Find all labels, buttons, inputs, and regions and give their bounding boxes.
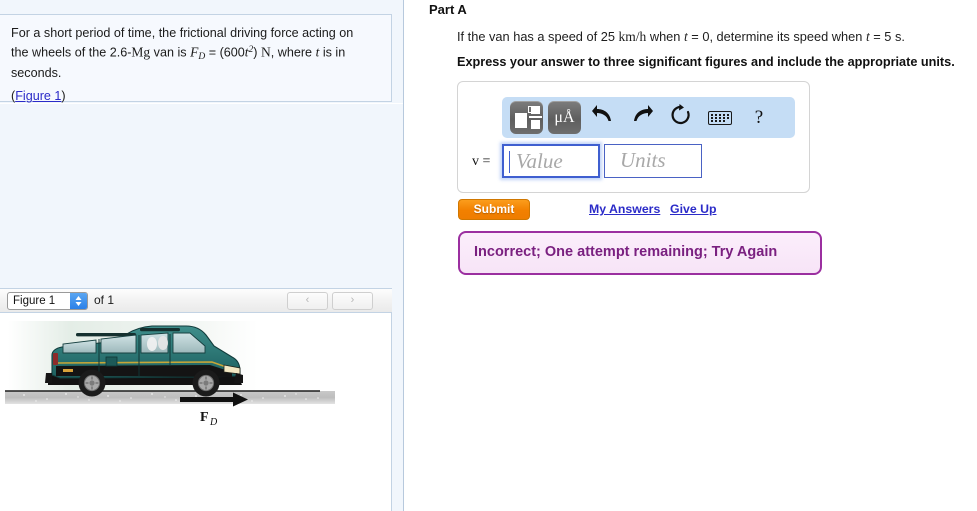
template-fraction-bar-icon bbox=[529, 116, 542, 118]
reset-circle-svg bbox=[671, 104, 690, 125]
text-caret bbox=[509, 151, 510, 173]
figure-toolbar: Figure 1 of 1 ‹ › bbox=[0, 288, 392, 313]
statement-line-2-end: is in bbox=[319, 45, 346, 60]
instruction-text: Express your answer to three significant… bbox=[457, 55, 955, 69]
question-text: If the van has a speed of 25 km/h when t… bbox=[457, 28, 977, 45]
units-button[interactable]: μÅ bbox=[548, 101, 581, 134]
figure-select-value: Figure 1 bbox=[13, 295, 56, 307]
question-mid: when bbox=[646, 29, 684, 44]
force-label-subscript: D bbox=[209, 417, 218, 428]
answer-entry-box: μÅ ? v = Value Units bbox=[457, 81, 810, 193]
question-pre: If the van has a speed of 25 bbox=[457, 29, 619, 44]
figure-1-link[interactable]: Figure 1 bbox=[15, 89, 61, 103]
statement-line-2-post: , where bbox=[270, 45, 316, 60]
van-rear-wheel bbox=[78, 369, 106, 397]
value-placeholder: Value bbox=[516, 149, 563, 173]
statement-line-2-mid: van is bbox=[150, 45, 191, 60]
part-title: Part A bbox=[429, 2, 467, 17]
units-input[interactable]: Units bbox=[604, 144, 702, 178]
figure-next-button[interactable]: › bbox=[332, 292, 373, 310]
chevron-updown-icon bbox=[70, 293, 87, 309]
paren-close: ) bbox=[61, 89, 66, 103]
force-close-paren: ) bbox=[253, 45, 261, 60]
page-root: For a short period of time, the friction… bbox=[0, 0, 977, 511]
chevron-updown-svg bbox=[75, 296, 82, 306]
van-diagram: F D bbox=[5, 321, 335, 428]
help-icon[interactable]: ? bbox=[745, 103, 773, 132]
value-input[interactable]: Value bbox=[502, 144, 600, 178]
template-fraction-numerator-icon bbox=[531, 106, 540, 114]
figure-select-dropdown[interactable]: Figure 1 bbox=[7, 292, 88, 310]
van-front-wheel bbox=[192, 369, 220, 397]
force-label: F bbox=[200, 410, 209, 425]
question-eq-1: = 0, determine its speed when bbox=[687, 29, 866, 44]
figure-image-area: F D bbox=[0, 313, 392, 511]
statement-line-2-pre: the wheels of the 2.6- bbox=[11, 45, 132, 60]
figure-prev-button[interactable]: ‹ bbox=[287, 292, 328, 310]
feedback-banner: Incorrect; One attempt remaining; Try Ag… bbox=[458, 231, 822, 275]
math-toolbar: μÅ ? bbox=[502, 97, 795, 138]
statement-line-3: seconds. bbox=[11, 66, 62, 81]
undo-arrow-svg bbox=[592, 105, 611, 121]
keyboard-glyph bbox=[708, 111, 732, 125]
problem-panel: For a short period of time, the friction… bbox=[0, 0, 404, 511]
statement-line-1: For a short period of time, the friction… bbox=[11, 26, 354, 40]
panel-divider bbox=[0, 103, 403, 104]
unit-mg: Mg bbox=[131, 44, 151, 60]
give-up-link[interactable]: Give Up bbox=[670, 202, 716, 216]
my-answers-link[interactable]: My Answers bbox=[589, 202, 660, 216]
units-placeholder: Units bbox=[620, 148, 666, 172]
figure-count-label: of 1 bbox=[94, 293, 115, 307]
problem-statement-text: For a short period of time, the friction… bbox=[11, 25, 377, 82]
figure-link-line: (Figure 1) bbox=[11, 89, 66, 103]
submit-button[interactable]: Submit bbox=[458, 199, 530, 220]
undo-icon[interactable] bbox=[589, 103, 617, 132]
question-eq-2: = 5 s. bbox=[869, 29, 905, 44]
unit-newton: N bbox=[261, 44, 271, 60]
redo-icon[interactable] bbox=[628, 103, 656, 132]
keyboard-icon[interactable] bbox=[706, 103, 734, 132]
template-base-square-icon bbox=[515, 113, 527, 128]
math-template-button[interactable] bbox=[510, 101, 543, 134]
feedback-message: Incorrect; One attempt remaining; Try Ag… bbox=[474, 244, 778, 260]
units-button-label: μÅ bbox=[554, 109, 575, 126]
force-equation: = (600 bbox=[205, 45, 245, 60]
redo-arrow-svg bbox=[634, 105, 653, 121]
template-fraction-denominator-icon bbox=[531, 120, 540, 129]
reset-icon[interactable] bbox=[667, 103, 695, 132]
unit-kmh: km/h bbox=[618, 29, 647, 44]
answer-variable-label: v = bbox=[472, 154, 491, 169]
problem-statement-box: For a short period of time, the friction… bbox=[0, 14, 392, 103]
